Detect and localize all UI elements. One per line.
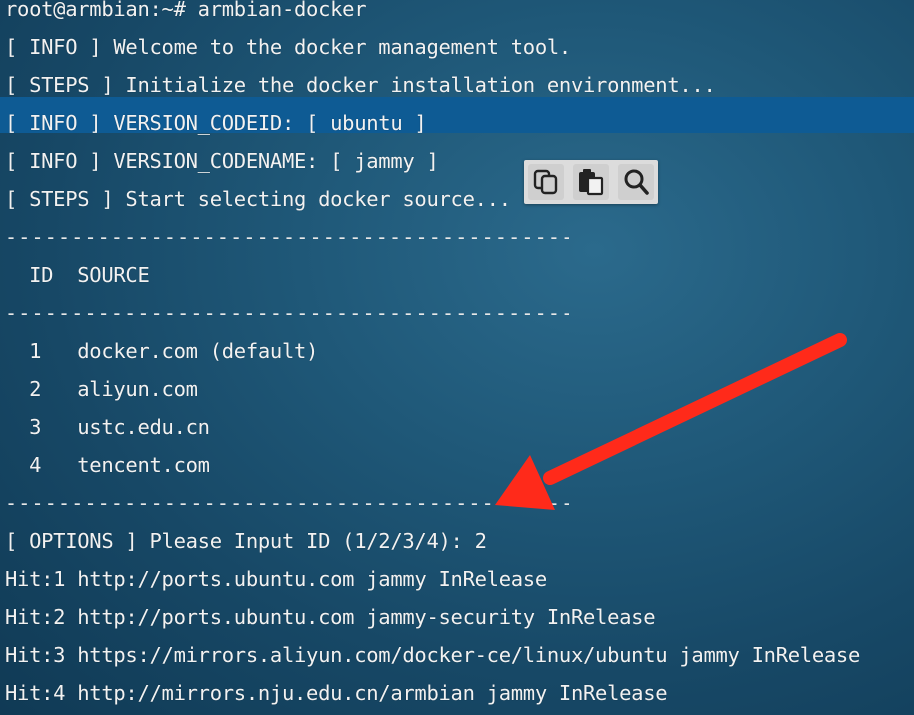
separator-line: ----------------------------------------…	[5, 301, 569, 325]
terminal-window[interactable]: root@armbian:~# armbian-docker [ INFO ] …	[0, 0, 914, 715]
paste-button[interactable]	[572, 164, 609, 200]
steps-init-line: [ STEPS ] Initialize the docker installa…	[5, 73, 716, 97]
copy-icon	[534, 169, 558, 195]
table-header-line: ID SOURCE	[5, 263, 150, 287]
paste-icon	[578, 169, 604, 196]
source-row: 4 tencent.com	[5, 453, 210, 477]
command-prompt-line: root@armbian:~# armbian-docker	[5, 0, 367, 21]
hit-line: Hit:3 https://mirrors.aliyun.com/docker-…	[5, 643, 860, 667]
source-row: 3 ustc.edu.cn	[5, 415, 210, 439]
search-button[interactable]	[617, 164, 654, 200]
hit-line: Hit:4 http://mirrors.nju.edu.cn/armbian …	[5, 681, 668, 705]
info-welcome-line: [ INFO ] Welcome to the docker managemen…	[5, 35, 571, 59]
hit-line: Hit:2 http://ports.ubuntu.com jammy-secu…	[5, 605, 656, 629]
steps-select-line: [ STEPS ] Start selecting docker source.…	[5, 187, 511, 211]
info-codeid-line: [ INFO ] VERSION_CODEID: [ ubuntu ]	[5, 111, 427, 135]
options-prompt-line: [ OPTIONS ] Please Input ID (1/2/3/4): 2	[5, 529, 487, 553]
search-icon	[624, 169, 649, 195]
info-codename-line: [ INFO ] VERSION_CODENAME: [ jammy ]	[5, 149, 439, 173]
context-toolbar	[524, 160, 658, 204]
hit-line: Hit:1 http://ports.ubuntu.com jammy InRe…	[5, 567, 547, 591]
separator-line: ----------------------------------------…	[5, 225, 569, 249]
source-row: 2 aliyun.com	[5, 377, 198, 401]
copy-button[interactable]	[528, 164, 565, 200]
separator-line: ----------------------------------------…	[5, 491, 569, 515]
source-row: 1 docker.com (default)	[5, 339, 319, 363]
